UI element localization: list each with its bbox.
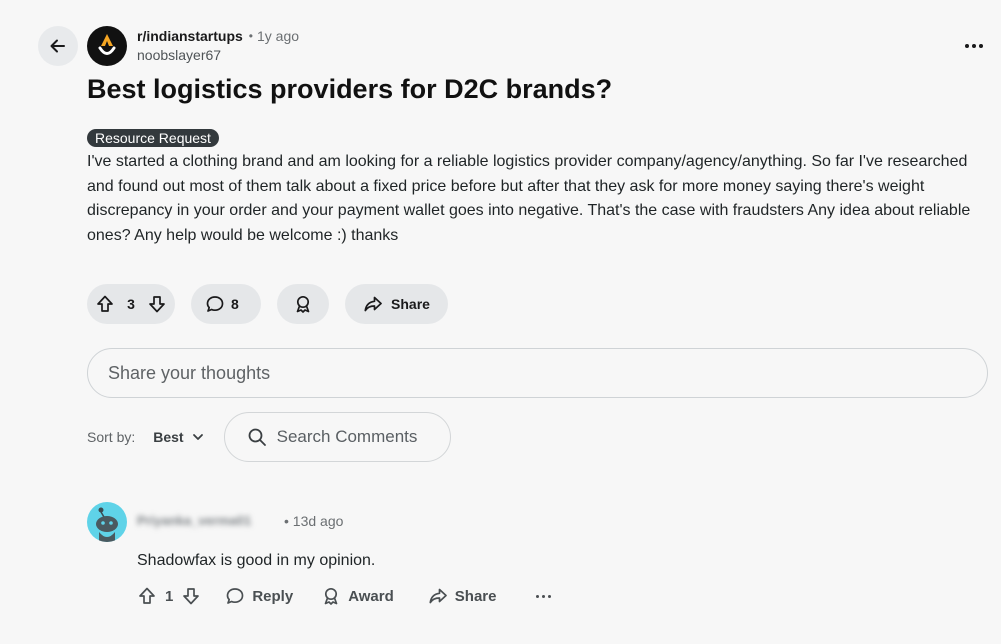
arrow-up-icon[interactable] [95,294,115,314]
share-arrow-icon [364,296,382,312]
reply-label: Reply [252,587,294,605]
comment-author[interactable]: Priyanka_verma01 [137,513,251,528]
comment-vote-count: 1 [165,587,174,605]
search-icon [248,428,266,446]
arrow-down-icon[interactable] [181,586,201,606]
subreddit-logo-icon [98,34,116,55]
sort-value: Best [153,429,184,445]
post-age: 1y ago [257,28,300,44]
comment-more-button[interactable] [536,594,552,598]
share-arrow-icon [429,588,447,604]
subreddit-name[interactable]: r/indianstartups [137,27,243,45]
comment-sort-row: Sort by: Best Search Comments [87,412,451,462]
sort-label: Sort by: [87,429,136,445]
search-comments-placeholder: Search Comments [276,427,418,446]
back-button[interactable] [38,26,78,66]
comment-vote-control: 1 [137,586,201,606]
comment-award-button[interactable]: Award [321,586,394,606]
arrow-up-icon[interactable] [137,586,157,606]
comment-avatar[interactable] [87,502,127,542]
vote-control: 3 [87,284,175,324]
snoo-avatar-icon [96,507,118,542]
meta-separator: • [248,29,253,43]
search-comments-input[interactable]: Search Comments [223,412,451,462]
post-flair[interactable]: Resource Request [87,129,219,147]
comment-text: Shadowfax is good in my opinion. [137,552,376,569]
post-actions: 3 8 Share [87,284,448,324]
share-button[interactable]: Share [345,284,448,324]
subreddit-avatar[interactable] [87,26,127,66]
sort-dropdown[interactable]: Best [153,429,203,445]
post-title: Best logistics providers for D2C brands? [87,74,613,104]
ellipsis-icon [536,594,540,598]
comment-composer-input[interactable]: Share your thoughts [87,348,988,398]
comment-share-button[interactable]: Share [428,586,497,606]
post-meta: r/indianstartups • 1y ago noobslayer67 [137,27,299,64]
composer-placeholder: Share your thoughts [108,362,271,383]
chevron-down-icon [192,434,203,440]
comments-button[interactable]: 8 [191,284,261,324]
arrow-down-icon[interactable] [147,294,167,314]
award-button[interactable] [277,284,329,324]
comment-share-label: Share [454,587,497,605]
comment-reply-button[interactable]: Reply [225,586,293,606]
upvote-count: 3 [127,296,135,312]
post-body: I've started a clothing brand and am loo… [87,153,971,244]
comment-actions: 1 Reply Award Share [137,586,552,606]
comment-age: • 13d ago [284,513,344,529]
speech-bubble-icon [206,296,224,312]
share-label: Share [391,296,430,312]
speech-bubble-icon [226,588,244,604]
award-icon [296,295,310,313]
post-more-button[interactable] [963,36,985,56]
award-icon [324,587,338,605]
award-label: Award [348,587,394,605]
post-author[interactable]: noobslayer67 [137,46,299,64]
post-page: r/indianstartups • 1y ago noobslayer67 B… [0,0,1001,644]
arrow-left-icon [50,39,65,53]
comments-count: 8 [231,296,239,312]
ellipsis-icon [965,44,969,48]
